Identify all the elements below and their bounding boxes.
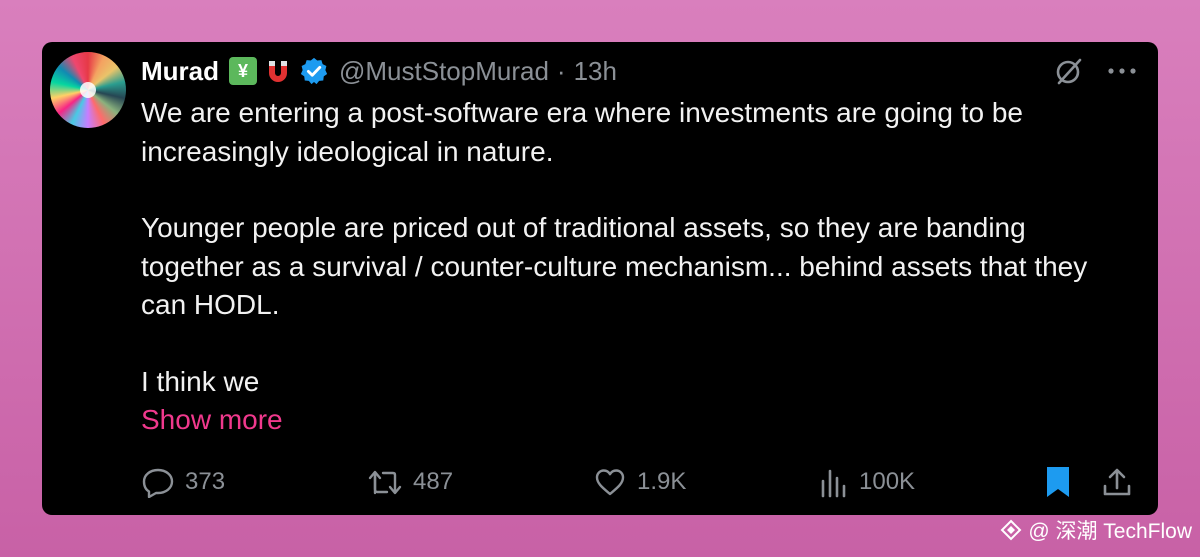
author-name[interactable]: Murad <box>141 56 219 87</box>
like-icon <box>595 469 625 496</box>
author-handle[interactable]: @MustStopMurad <box>339 56 549 87</box>
tweet-text: We are entering a post-software era wher… <box>141 94 1131 440</box>
share-button[interactable] <box>1101 462 1133 502</box>
watermark-text: @ 深潮 TechFlow <box>1028 520 1192 543</box>
grok-icon[interactable] <box>1054 56 1084 86</box>
watermark: @ 深潮 TechFlow <box>1000 515 1192 545</box>
separator-dot: · <box>556 55 566 86</box>
techflow-logo-icon <box>1000 519 1022 541</box>
views-button[interactable]: 100K <box>819 462 915 502</box>
share-icon <box>1103 468 1131 496</box>
tweet-time[interactable]: 13h <box>574 56 617 87</box>
like-button[interactable]: 1.9K <box>593 462 686 502</box>
like-count: 1.9K <box>637 468 687 495</box>
repost-button[interactable]: 487 <box>367 462 453 502</box>
reply-count: 373 <box>185 468 226 495</box>
views-icon <box>821 469 846 498</box>
tweet-actions: 373 487 1.9K 100K <box>141 462 1141 506</box>
reply-button[interactable]: 373 <box>141 462 225 502</box>
verified-badge-icon <box>300 57 328 85</box>
view-count: 100K <box>859 468 916 495</box>
tweet-card: Murad ¥ @MustStopMurad · 13h We are ente… <box>42 42 1158 515</box>
reply-icon <box>142 468 174 498</box>
tweet-paragraph: We are entering a post-software era wher… <box>141 97 1023 167</box>
more-icon[interactable] <box>1106 66 1138 76</box>
show-more-link[interactable]: Show more <box>141 401 1131 440</box>
avatar[interactable] <box>50 52 126 128</box>
chart-emoji-icon: ¥ <box>229 57 257 85</box>
top-actions <box>1054 56 1138 86</box>
repost-count: 487 <box>413 468 454 495</box>
bookmark-button[interactable] <box>1043 462 1073 502</box>
bookmark-icon <box>1047 467 1069 497</box>
tweet-paragraph: I think we <box>141 365 260 397</box>
magnet-icon <box>269 61 287 82</box>
repost-icon <box>368 470 402 495</box>
tweet-paragraph: Younger people are priced out of traditi… <box>141 212 1088 320</box>
tweet-header: Murad ¥ @MustStopMurad · 13h <box>141 54 617 88</box>
